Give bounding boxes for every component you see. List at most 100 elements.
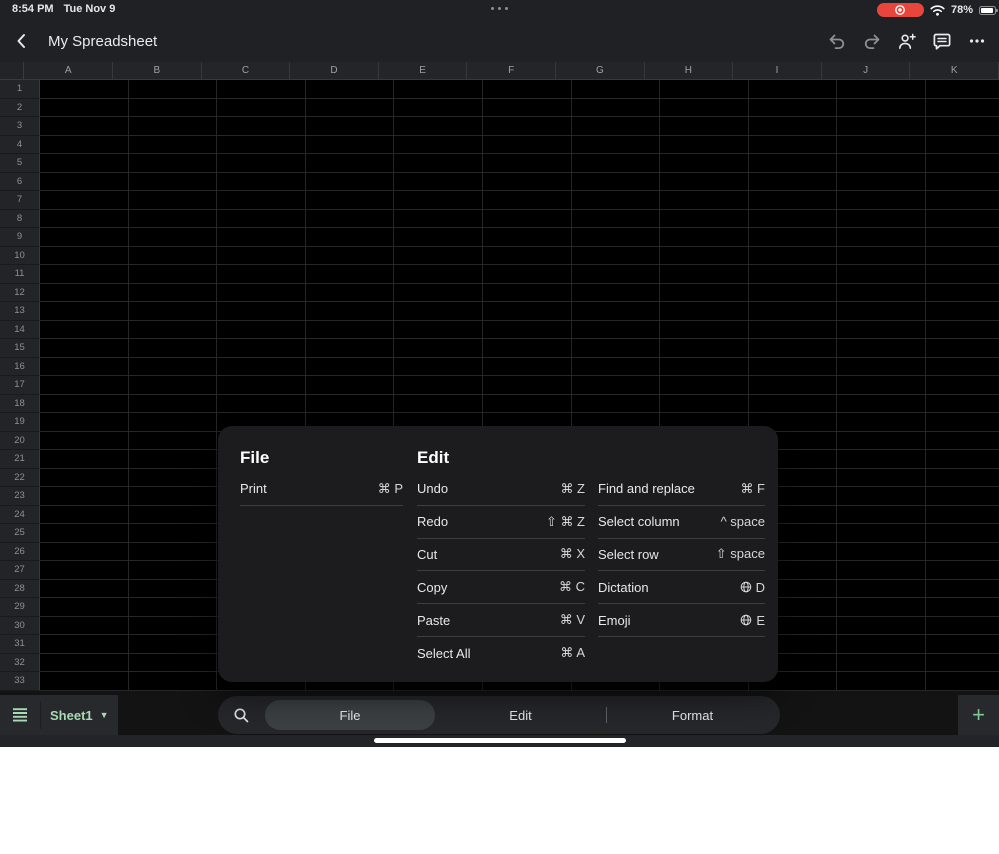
cell-F8[interactable] [483,210,572,229]
cell-E4[interactable] [394,136,483,155]
cell-E2[interactable] [394,99,483,118]
cell-A1[interactable] [40,80,129,99]
cell-J33[interactable] [837,672,926,691]
cell-D17[interactable] [306,376,395,395]
row-header-26[interactable]: 26 [0,543,40,562]
cell-H5[interactable] [660,154,749,173]
cell-J2[interactable] [837,99,926,118]
cell-H9[interactable] [660,228,749,247]
cell-A31[interactable] [40,635,129,654]
row-header-19[interactable]: 19 [0,413,40,432]
cell-J3[interactable] [837,117,926,136]
cell-B9[interactable] [129,228,218,247]
cell-J10[interactable] [837,247,926,266]
cell-C14[interactable] [217,321,306,340]
sheet-selector[interactable]: Sheet1 ▼ [50,708,109,723]
cell-K14[interactable] [926,321,999,340]
cell-J5[interactable] [837,154,926,173]
column-header-H[interactable]: H [645,62,734,80]
horizontal-scrollbar[interactable] [374,738,626,743]
cell-C10[interactable] [217,247,306,266]
cell-G2[interactable] [572,99,661,118]
cell-F5[interactable] [483,154,572,173]
cell-B33[interactable] [129,672,218,691]
cell-K16[interactable] [926,358,999,377]
cell-C18[interactable] [217,395,306,414]
cell-C2[interactable] [217,99,306,118]
cell-B26[interactable] [129,543,218,562]
column-header-C[interactable]: C [202,62,291,80]
cell-K19[interactable] [926,413,999,432]
cell-B11[interactable] [129,265,218,284]
cell-J22[interactable] [837,469,926,488]
sheet-list-button[interactable] [0,695,40,735]
row-header-3[interactable]: 3 [0,117,40,136]
cell-J27[interactable] [837,561,926,580]
cell-J26[interactable] [837,543,926,562]
cell-I7[interactable] [749,191,838,210]
cell-J16[interactable] [837,358,926,377]
cell-K3[interactable] [926,117,999,136]
cell-H10[interactable] [660,247,749,266]
cell-J12[interactable] [837,284,926,303]
cell-H17[interactable] [660,376,749,395]
cell-D15[interactable] [306,339,395,358]
cell-B24[interactable] [129,506,218,525]
cell-J31[interactable] [837,635,926,654]
cell-G9[interactable] [572,228,661,247]
cell-J30[interactable] [837,617,926,636]
cell-K11[interactable] [926,265,999,284]
cell-G3[interactable] [572,117,661,136]
cell-I18[interactable] [749,395,838,414]
cell-I12[interactable] [749,284,838,303]
redo-button[interactable] [862,31,882,51]
cell-E12[interactable] [394,284,483,303]
cell-G15[interactable] [572,339,661,358]
select-all-corner[interactable] [0,62,24,80]
row-header-10[interactable]: 10 [0,247,40,266]
cell-J18[interactable] [837,395,926,414]
tab-format[interactable]: Format [607,696,778,734]
cell-A3[interactable] [40,117,129,136]
cell-C16[interactable] [217,358,306,377]
cell-B29[interactable] [129,598,218,617]
cell-F11[interactable] [483,265,572,284]
cell-A25[interactable] [40,524,129,543]
cell-A13[interactable] [40,302,129,321]
cell-A2[interactable] [40,99,129,118]
cell-A15[interactable] [40,339,129,358]
cell-E18[interactable] [394,395,483,414]
row-header-25[interactable]: 25 [0,524,40,543]
column-header-J[interactable]: J [822,62,911,80]
cell-A12[interactable] [40,284,129,303]
cell-C15[interactable] [217,339,306,358]
cell-F12[interactable] [483,284,572,303]
cell-C13[interactable] [217,302,306,321]
cell-A24[interactable] [40,506,129,525]
cell-D8[interactable] [306,210,395,229]
row-header-13[interactable]: 13 [0,302,40,321]
cell-H3[interactable] [660,117,749,136]
cell-B16[interactable] [129,358,218,377]
cell-F16[interactable] [483,358,572,377]
cell-B10[interactable] [129,247,218,266]
cell-A29[interactable] [40,598,129,617]
cell-A8[interactable] [40,210,129,229]
column-header-B[interactable]: B [113,62,202,80]
row-header-27[interactable]: 27 [0,561,40,580]
cell-C6[interactable] [217,173,306,192]
cell-C9[interactable] [217,228,306,247]
cell-K7[interactable] [926,191,999,210]
cell-H2[interactable] [660,99,749,118]
cell-G10[interactable] [572,247,661,266]
cell-G4[interactable] [572,136,661,155]
cell-J1[interactable] [837,80,926,99]
undo-button[interactable] [827,31,847,51]
cell-C4[interactable] [217,136,306,155]
cell-K27[interactable] [926,561,999,580]
cell-H18[interactable] [660,395,749,414]
column-header-A[interactable]: A [24,62,113,80]
cell-D2[interactable] [306,99,395,118]
cell-K23[interactable] [926,487,999,506]
cell-J28[interactable] [837,580,926,599]
